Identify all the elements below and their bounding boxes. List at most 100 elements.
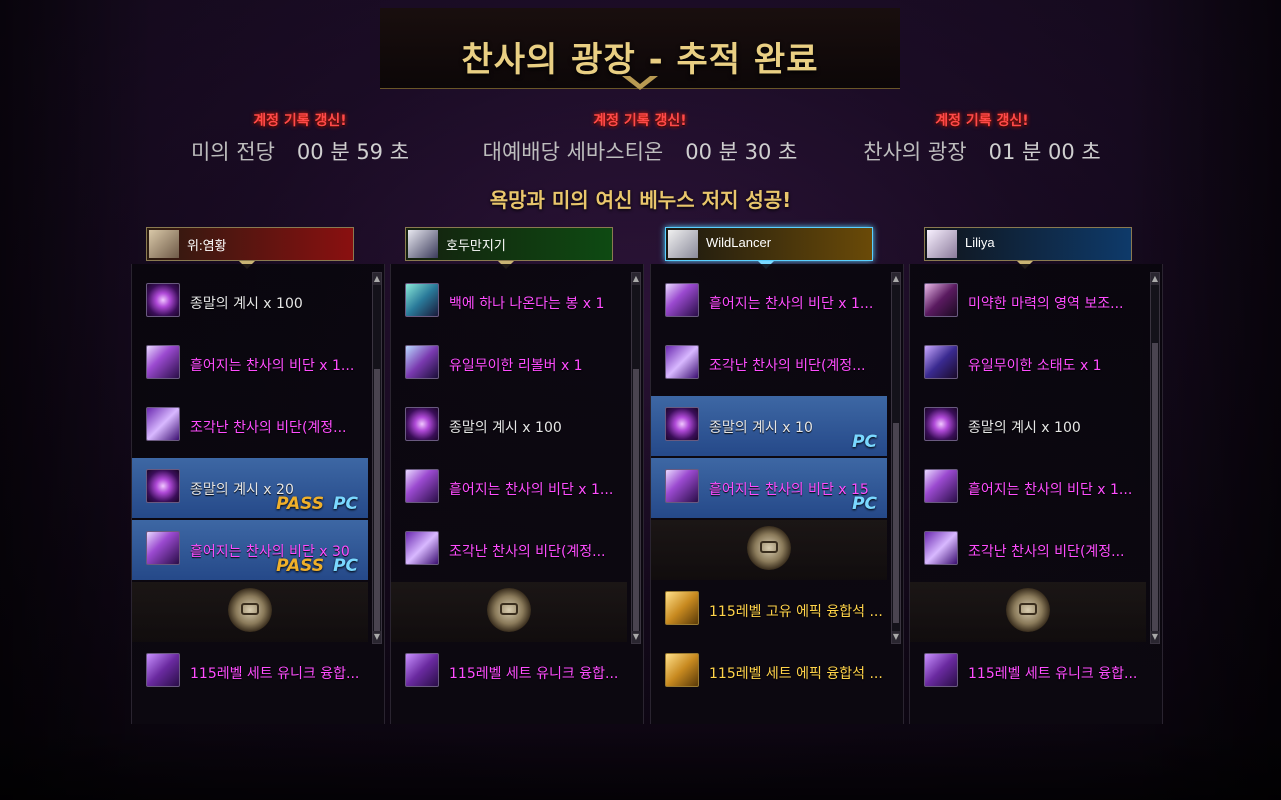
- orb-icon: [146, 283, 180, 317]
- silk-icon: [665, 283, 699, 317]
- clear-time: 00 분 30 초: [685, 140, 798, 164]
- player-name: WildLancer: [706, 235, 772, 250]
- reward-item[interactable]: 유일무이한 소태도 x 1: [910, 334, 1146, 394]
- revolver-icon: [405, 345, 439, 379]
- item-label: 115레벨 고유 에픽 융합석 ...: [709, 604, 883, 620]
- reward-item[interactable]: 백에 하나 나온다는 봉 x 1: [391, 272, 627, 332]
- avatar: [927, 230, 957, 258]
- chest-icon[interactable]: [1006, 588, 1050, 632]
- scroll-up-icon[interactable]: ▲: [373, 273, 381, 285]
- silk-icon: [924, 469, 958, 503]
- avatar: [668, 230, 698, 258]
- item-label: 115레벨 세트 유니크 융합...: [449, 666, 619, 682]
- scroll-down-icon[interactable]: ▼: [892, 631, 900, 643]
- staff-icon: [405, 283, 439, 317]
- scroll-down-icon[interactable]: ▼: [632, 631, 640, 643]
- scroll-up-icon[interactable]: ▲: [632, 273, 640, 285]
- reward-panel-1: 종말의 계시 x 100 흩어지는 찬사의 비단 x 1... 조각난 찬사의 …: [131, 264, 385, 724]
- dungeon-name: 미의 전당: [190, 140, 275, 164]
- item-label: 미약한 마력의 영역 보조...: [968, 296, 1124, 312]
- bonus-item[interactable]: 115레벨 세트 유니크 융합...: [391, 642, 627, 702]
- reward-item[interactable]: 조각난 찬사의 비단(계정...: [651, 334, 887, 394]
- scrollbar[interactable]: ▲ ▼: [891, 272, 901, 644]
- chest-icon[interactable]: [228, 588, 272, 632]
- player-nameplate-4: Liliya: [924, 227, 1132, 269]
- player-nameplate-1: 위:염황: [146, 227, 354, 269]
- reward-item[interactable]: 종말의 계시 x 100: [132, 272, 368, 332]
- reward-item[interactable]: 흩어지는 찬사의 비단 x 1...: [132, 334, 368, 394]
- record-3: 계정 기록 갱신! 찬사의 광장 01 분 00 초: [862, 110, 1102, 166]
- avatar: [408, 230, 438, 258]
- dungeon-name: 찬사의 광장: [863, 140, 967, 164]
- orb-icon: [146, 469, 180, 503]
- chest-icon[interactable]: [747, 526, 791, 570]
- reward-item[interactable]: 조각난 찬사의 비단(계정...: [391, 520, 627, 580]
- scroll-up-icon[interactable]: ▲: [892, 273, 900, 285]
- bonus-divider: [651, 520, 887, 580]
- scrollbar[interactable]: ▲ ▼: [372, 272, 382, 644]
- reward-item[interactable]: 미약한 마력의 영역 보조...: [910, 272, 1146, 332]
- reward-item[interactable]: 조각난 찬사의 비단(계정...: [132, 396, 368, 456]
- scrollbar[interactable]: ▲ ▼: [1150, 272, 1160, 644]
- bonus-item[interactable]: 115레벨 세트 에픽 융합석 ...: [651, 642, 887, 702]
- chest-icon[interactable]: [487, 588, 531, 632]
- scroll-thumb[interactable]: [633, 369, 639, 631]
- pc-badge: PC: [852, 494, 877, 514]
- item-label: 종말의 계시 x 10: [709, 420, 813, 436]
- reward-item[interactable]: 흩어지는 찬사의 비단 x 1...: [391, 458, 627, 518]
- pass-badge: PASS: [276, 494, 324, 514]
- item-label: 종말의 계시 x 100: [449, 420, 562, 436]
- page-title: 찬사의 광장 - 추적 완료: [461, 40, 819, 80]
- scroll-thumb[interactable]: [1152, 343, 1158, 633]
- item-label: 흩어지는 찬사의 비단 x 15: [709, 482, 869, 498]
- aura-icon: [924, 283, 958, 317]
- bonus-item[interactable]: 115레벨 세트 유니크 융합...: [132, 642, 368, 702]
- scroll-thumb[interactable]: [893, 423, 899, 623]
- item-label: 흩어지는 찬사의 비단 x 1...: [968, 482, 1133, 498]
- blade-icon: [924, 345, 958, 379]
- success-message: 욕망과 미의 여신 베누스 저지 성공!: [489, 188, 792, 212]
- scroll-down-icon[interactable]: ▼: [1151, 631, 1159, 643]
- scroll-up-icon[interactable]: ▲: [1151, 273, 1159, 285]
- reward-item[interactable]: 종말의 계시 x 100: [910, 396, 1146, 456]
- player-name: 위:염황: [187, 238, 227, 253]
- fusion-stone-icon: [146, 653, 180, 687]
- pass-badge: PASS: [276, 556, 324, 576]
- pc-badge: PC: [333, 556, 358, 576]
- silk-icon: [146, 345, 180, 379]
- item-label: 흩어지는 찬사의 비단 x 30: [190, 544, 350, 560]
- orb-icon: [924, 407, 958, 441]
- clear-time: 01 분 00 초: [988, 140, 1101, 164]
- player-name: Liliya: [965, 235, 995, 250]
- reward-item[interactable]: 종말의 계시 x 10 PC: [651, 396, 887, 456]
- record-badge: 계정 기록 갱신!: [253, 113, 347, 129]
- shard-icon: [665, 345, 699, 379]
- bonus-item[interactable]: 115레벨 세트 유니크 융합...: [910, 642, 1146, 702]
- reward-item[interactable]: 흩어지는 찬사의 비단 x 1...: [651, 272, 887, 332]
- fusion-stone-icon: [405, 653, 439, 687]
- scroll-down-icon[interactable]: ▼: [373, 631, 381, 643]
- pc-badge: PC: [852, 432, 877, 452]
- avatar: [149, 230, 179, 258]
- shard-icon: [146, 407, 180, 441]
- reward-item[interactable]: 흩어지는 찬사의 비단 x 30 PASS PC: [132, 520, 368, 580]
- bonus-item[interactable]: 115레벨 고유 에픽 융합석 ...: [651, 580, 887, 640]
- item-label: 115레벨 세트 유니크 융합...: [968, 666, 1138, 682]
- scrollbar[interactable]: ▲ ▼: [631, 272, 641, 644]
- silk-icon: [405, 469, 439, 503]
- reward-item[interactable]: 유일무이한 리볼버 x 1: [391, 334, 627, 394]
- reward-item[interactable]: 흩어지는 찬사의 비단 x 1...: [910, 458, 1146, 518]
- reward-item[interactable]: 종말의 계시 x 20 PASS PC: [132, 458, 368, 518]
- item-label: 백에 하나 나온다는 봉 x 1: [449, 296, 605, 312]
- game-hud-background: [0, 728, 1281, 800]
- reward-item[interactable]: 종말의 계시 x 100: [391, 396, 627, 456]
- silk-icon: [146, 531, 180, 565]
- reward-item[interactable]: 흩어지는 찬사의 비단 x 15 PC: [651, 458, 887, 518]
- record-badge: 계정 기록 갱신!: [593, 113, 687, 129]
- scroll-thumb[interactable]: [374, 369, 380, 631]
- reward-panel-3: 흩어지는 찬사의 비단 x 1... 조각난 찬사의 비단(계정... 종말의 …: [650, 264, 904, 724]
- fusion-stone-icon: [924, 653, 958, 687]
- reward-item[interactable]: 조각난 찬사의 비단(계정...: [910, 520, 1146, 580]
- player-nameplate-3: WildLancer: [665, 227, 873, 269]
- item-label: 조각난 찬사의 비단(계정...: [190, 420, 347, 436]
